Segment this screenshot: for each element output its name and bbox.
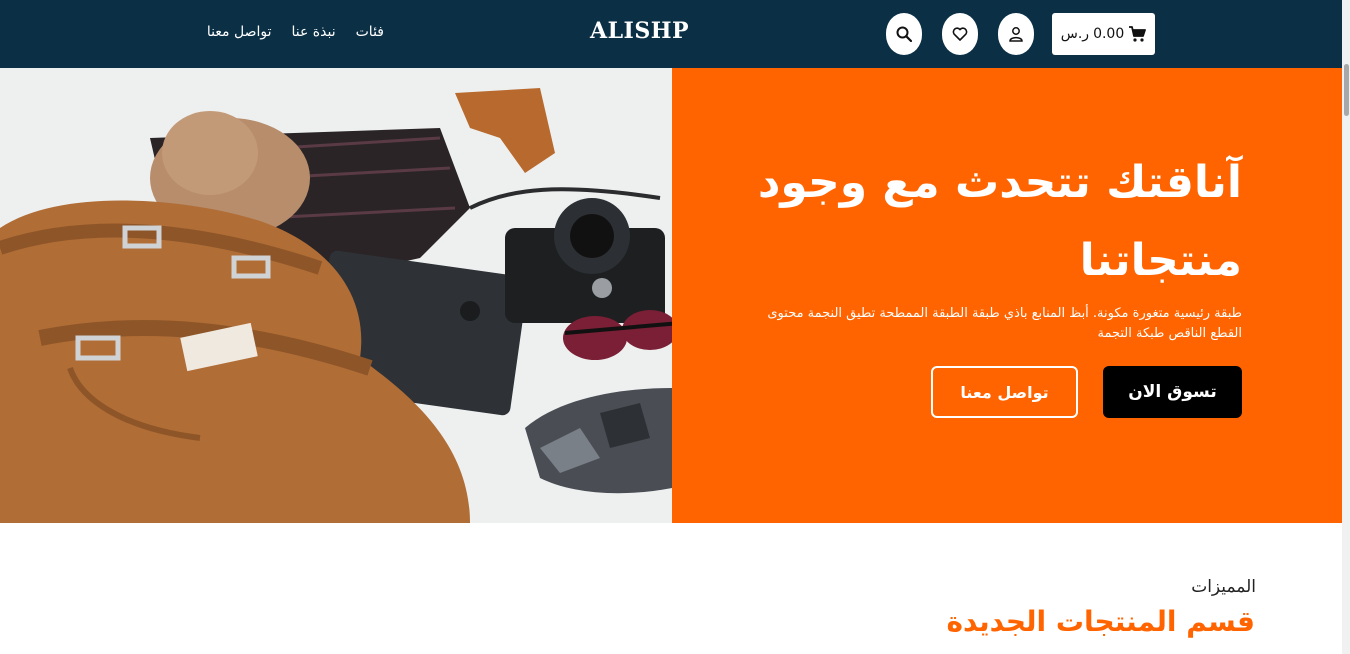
nav-about[interactable]: نبذة عنا xyxy=(292,24,336,40)
user-icon xyxy=(1009,27,1023,42)
search-icon xyxy=(896,26,912,42)
account-button[interactable] xyxy=(998,13,1034,55)
nav-categories[interactable]: فئات xyxy=(356,24,384,40)
scrollbar-thumb[interactable] xyxy=(1344,64,1349,116)
accessories-flatlay-illustration xyxy=(0,68,672,523)
heart-icon xyxy=(952,27,968,41)
cart-amount: 0.00 xyxy=(1093,26,1125,42)
wishlist-button[interactable] xyxy=(942,13,978,55)
hero-description: طبقة رئيسية متغورة مكونة. أبظ المنابع با… xyxy=(767,306,1242,341)
hero-image xyxy=(0,68,672,523)
site-logo[interactable]: ALISHP xyxy=(590,18,689,44)
hero-banner: آناقتك تتحدث مع وجود منتجاتنا طبقة رئيسي… xyxy=(672,68,1342,523)
shop-now-button[interactable]: تسوق الان xyxy=(1103,366,1242,418)
search-button[interactable] xyxy=(886,13,922,55)
section-kicker: المميزات xyxy=(1191,577,1256,597)
cart-button[interactable]: 0.00 ر.س xyxy=(1052,13,1155,55)
nav-contact[interactable]: تواصل معنا xyxy=(207,24,272,40)
section-title: قسم المنتجات الجديدة xyxy=(946,605,1255,638)
main-nav: فئات نبذة عنا تواصل معنا xyxy=(207,24,384,40)
hero-title: آناقتك تتحدث مع وجود منتجاتنا xyxy=(757,157,1242,286)
contact-us-button[interactable]: تواصل معنا xyxy=(931,366,1078,418)
cart-icon xyxy=(1129,26,1147,42)
cart-currency: ر.س xyxy=(1060,26,1090,42)
site-header: فئات نبذة عنا تواصل معنا ALISHP 0.00 ر.س xyxy=(0,0,1342,68)
